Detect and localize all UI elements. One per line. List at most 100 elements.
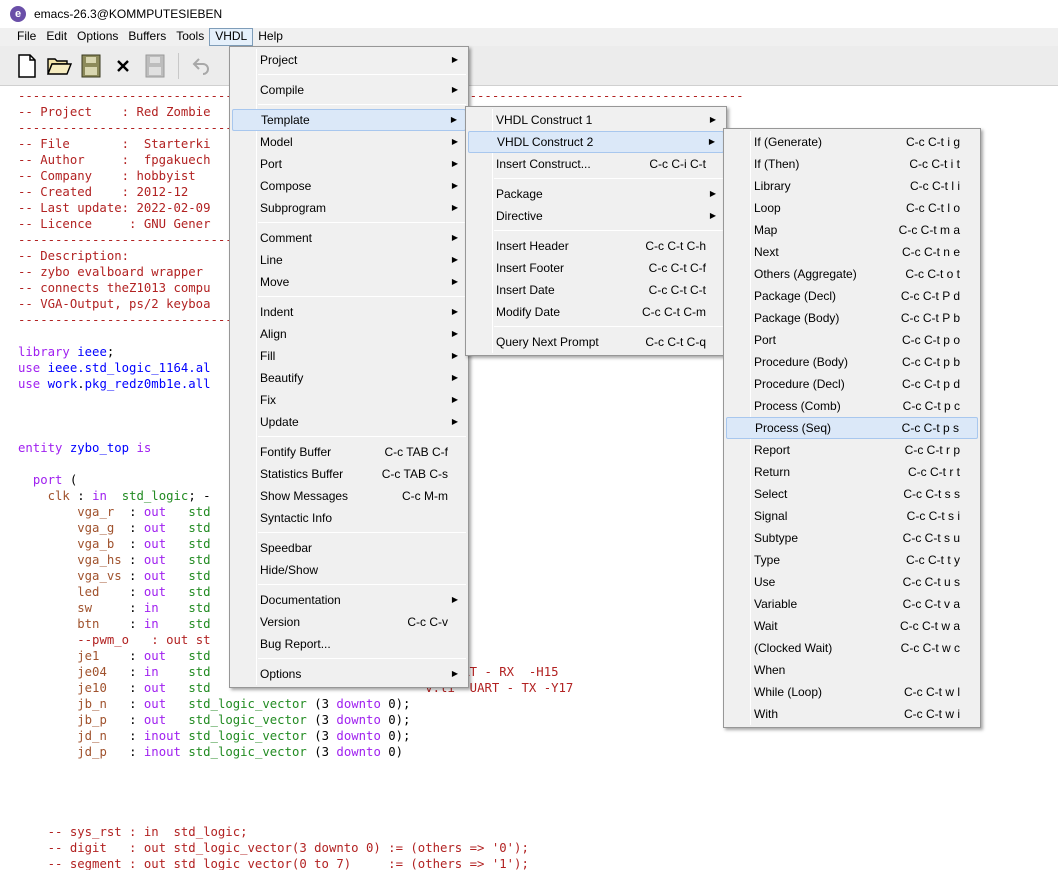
construct2-item-port[interactable]: Port C-c C-t p o [724, 329, 980, 351]
vhdl-item-documentation[interactable]: Documentation ▶ [230, 589, 468, 611]
construct2-item-package-body[interactable]: Package (Body) C-c C-t P b [724, 307, 980, 329]
vhdl-item-fontify-buffer[interactable]: Fontify Buffer C-c TAB C-f [230, 441, 468, 463]
construct2-item-process-comb[interactable]: Process (Comb) C-c C-t p c [724, 395, 980, 417]
menu-edit[interactable]: Edit [41, 28, 72, 46]
template-item-directive[interactable]: Directive ▶ [466, 205, 726, 227]
construct2-item-procedure-decl[interactable]: Procedure (Decl) C-c C-t p d [724, 373, 980, 395]
vhdl-item-template[interactable]: Template ▶ [232, 109, 466, 131]
template-item-package[interactable]: Package ▶ [466, 183, 726, 205]
vhdl-item-comment[interactable]: Comment ▶ [230, 227, 468, 249]
save-as-icon[interactable] [142, 53, 168, 79]
menu-item-shortcut: C-c TAB C-s [381, 467, 448, 481]
menu-help[interactable]: Help [253, 28, 288, 46]
menu-item-shortcut: C-c C-t r p [904, 443, 960, 457]
vhdl-menu: Project ▶ Compile ▶ Template ▶ Model ▶ Port ▶ Comp… [229, 46, 469, 688]
construct2-item-if-generate[interactable]: If (Generate) C-c C-t i g [724, 131, 980, 153]
template-item-vhdl-construct-1[interactable]: VHDL Construct 1 ▶ [466, 109, 726, 131]
construct2-item-process-seq[interactable]: Process (Seq) C-c C-t p s [726, 417, 978, 439]
menu-vhdl[interactable]: VHDL [209, 28, 254, 46]
code-token: : [114, 521, 144, 535]
vhdl-item-version[interactable]: Version C-c C-v [230, 611, 468, 633]
vhdl-item-model[interactable]: Model ▶ [230, 131, 468, 153]
vhdl-item-port[interactable]: Port ▶ [230, 153, 468, 175]
construct2-item-when[interactable]: When [724, 659, 980, 681]
construct2-item-if-then[interactable]: If (Then) C-c C-t i t [724, 153, 980, 175]
vhdl-item-bug-report[interactable]: Bug Report... [230, 633, 468, 655]
vhdl-item-statistics-buffer[interactable]: Statistics Buffer C-c TAB C-s [230, 463, 468, 485]
vhdl-item-hide-show[interactable]: Hide/Show [230, 559, 468, 581]
menu-item-label: Package (Body) [754, 311, 840, 325]
construct2-item-return[interactable]: Return C-c C-t r t [724, 461, 980, 483]
vhdl-item-align[interactable]: Align ▶ [230, 323, 468, 345]
construct2-item-report[interactable]: Report C-c C-t r p [724, 439, 980, 461]
vhdl-item-project[interactable]: Project ▶ [230, 49, 468, 71]
construct2-item-package-decl[interactable]: Package (Decl) C-c C-t P d [724, 285, 980, 307]
menu-item-label: Wait [754, 619, 778, 633]
construct2-item-map[interactable]: Map C-c C-t m a [724, 219, 980, 241]
menu-item-label: Map [754, 223, 778, 237]
vhdl-item-indent[interactable]: Indent ▶ [230, 301, 468, 323]
template-item-insert-footer[interactable]: Insert Footer C-c C-t C-f [466, 257, 726, 279]
undo-icon[interactable] [189, 53, 215, 79]
vhdl-item-fix[interactable]: Fix ▶ [230, 389, 468, 411]
new-file-icon[interactable] [14, 53, 40, 79]
template-item-query-next-prompt[interactable]: Query Next Prompt C-c C-t C-q [466, 331, 726, 353]
vhdl-item-options[interactable]: Options ▶ [230, 663, 468, 685]
construct2-item-select[interactable]: Select C-c C-t s s [724, 483, 980, 505]
menu-tools[interactable]: Tools [171, 28, 209, 46]
submenu-arrow-icon: ▶ [451, 417, 458, 426]
open-folder-icon[interactable] [46, 53, 72, 79]
code-line: je1 : out std [0, 648, 210, 664]
vhdl-item-compile[interactable]: Compile ▶ [230, 79, 468, 101]
construct2-item-variable[interactable]: Variable C-c C-t v a [724, 593, 980, 615]
menu-options[interactable]: Options [72, 28, 123, 46]
construct2-item-procedure-body[interactable]: Procedure (Body) C-c C-t p b [724, 351, 980, 373]
vhdl-item-update[interactable]: Update ▶ [230, 411, 468, 433]
code-token: -- Author : fpgakuech [18, 153, 211, 167]
construct2-item-type[interactable]: Type C-c C-t t y [724, 549, 980, 571]
template-item-insert-construct[interactable]: Insert Construct... C-c C-i C-t [466, 153, 726, 175]
code-line: -- zybo evalboard wrapper [0, 264, 203, 280]
save-disk-icon[interactable] [78, 53, 104, 79]
construct2-item-signal[interactable]: Signal C-c C-t s i [724, 505, 980, 527]
menu-item-label: Show Messages [260, 489, 349, 503]
vhdl-item-speedbar[interactable]: Speedbar [230, 537, 468, 559]
window-title: emacs-26.3@KOMMPUTESIEBEN [34, 7, 223, 21]
construct2-item-library[interactable]: Library C-c C-t l i [724, 175, 980, 197]
code-token: use [18, 361, 41, 375]
template-item-insert-date[interactable]: Insert Date C-c C-t C-t [466, 279, 726, 301]
code-token: ieee [77, 345, 107, 359]
template-item-vhdl-construct-2[interactable]: VHDL Construct 2 ▶ [468, 131, 724, 153]
submenu-arrow-icon: ▶ [709, 115, 716, 124]
construct2-item-with[interactable]: With C-c C-t w i [724, 703, 980, 725]
menu-buffers[interactable]: Buffers [123, 28, 171, 46]
vhdl-item-move[interactable]: Move ▶ [230, 271, 468, 293]
code-token: -- Licence : GNU Gener [18, 217, 211, 231]
vhdl-item-syntactic-info[interactable]: Syntactic Info [230, 507, 468, 529]
vhdl-item-beautify[interactable]: Beautify ▶ [230, 367, 468, 389]
construct2-item-others-aggregate[interactable]: Others (Aggregate) C-c C-t o t [724, 263, 980, 285]
vhdl-item-show-messages[interactable]: Show Messages C-c M-m [230, 485, 468, 507]
construct2-item-wait[interactable]: Wait C-c C-t w a [724, 615, 980, 637]
construct2-item-subtype[interactable]: Subtype C-c C-t s u [724, 527, 980, 549]
construct2-item-loop[interactable]: Loop C-c C-t l o [724, 197, 980, 219]
menu-file[interactable]: File [12, 28, 41, 46]
code-token: --pwm_o : out st [77, 633, 211, 647]
template-item-modify-date[interactable]: Modify Date C-c C-t C-m [466, 301, 726, 323]
code-token: clk [47, 489, 70, 503]
code-token: std [188, 601, 211, 615]
close-x-icon[interactable] [110, 53, 136, 79]
vhdl-item-line[interactable]: Line ▶ [230, 249, 468, 271]
construct2-item-clocked-wait[interactable]: (Clocked Wait) C-c C-t w c [724, 637, 980, 659]
vhdl-item-compose[interactable]: Compose ▶ [230, 175, 468, 197]
template-item-insert-header[interactable]: Insert Header C-c C-t C-h [466, 235, 726, 257]
menu-item-label: Others (Aggregate) [754, 267, 857, 281]
vhdl-item-subprogram[interactable]: Subprogram ▶ [230, 197, 468, 219]
construct2-item-while-loop[interactable]: While (Loop) C-c C-t w l [724, 681, 980, 703]
construct2-item-use[interactable]: Use C-c C-t u s [724, 571, 980, 593]
vhdl-item-fill[interactable]: Fill ▶ [230, 345, 468, 367]
construct2-item-next[interactable]: Next C-c C-t n e [724, 241, 980, 263]
